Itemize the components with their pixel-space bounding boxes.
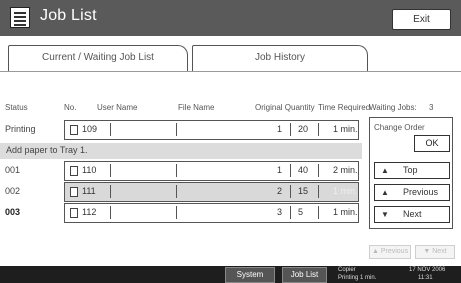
- triangle-down-icon: ▼: [423, 248, 431, 255]
- job-number: 109: [82, 124, 98, 134]
- job-quantity: 15: [298, 186, 309, 196]
- page-previous-label: Previous: [380, 248, 409, 255]
- column-header-user-name: User Name: [97, 103, 138, 112]
- job-row-bar[interactable]: [64, 120, 359, 140]
- change-order-panel: Change Order OK ▲ Top ▲ Previous ▼ Next: [369, 117, 453, 229]
- job-originals: 3: [277, 207, 283, 217]
- job-list-button[interactable]: Job List: [282, 267, 327, 283]
- job-quantity: 20: [298, 124, 309, 134]
- status-footer: System Status Job List Copier Printing 1…: [0, 266, 461, 283]
- footer-time: 11:31: [418, 275, 433, 281]
- column-header-file-name: File Name: [178, 103, 215, 112]
- triangle-down-icon: ▼: [381, 210, 389, 219]
- job-quantity: 40: [298, 165, 309, 175]
- column-header-time-required: Time Required: [318, 103, 371, 112]
- tab-divider: [0, 71, 461, 72]
- job-list-icon: [10, 7, 30, 28]
- page-next-label: Next: [432, 248, 447, 255]
- job-number: 111: [82, 186, 96, 196]
- job-status: 001: [5, 165, 21, 175]
- job-time-required: 1 min.: [333, 207, 358, 217]
- move-top-label: Top: [403, 165, 418, 175]
- document-icon: [70, 187, 78, 197]
- job-row-bar[interactable]: [64, 203, 359, 223]
- job-originals: 1: [277, 124, 283, 134]
- job-row[interactable]: 003 112 3 5 1 min.: [0, 203, 362, 223]
- job-row-selected[interactable]: 002 111 2 15 1 min.: [0, 182, 362, 202]
- document-icon: [70, 208, 78, 218]
- change-order-label: Change Order: [374, 123, 425, 132]
- job-row[interactable]: 001 110 1 40 2 min.: [0, 161, 362, 181]
- waiting-jobs: Waiting Jobs: 3: [369, 103, 433, 112]
- waiting-jobs-label: Waiting Jobs:: [369, 103, 417, 112]
- tab-bar: Current / Waiting Job List Job History: [0, 42, 461, 72]
- document-icon: [70, 125, 78, 135]
- job-quantity: 5: [298, 207, 304, 217]
- triangle-up-icon: ▲: [371, 248, 379, 255]
- waiting-jobs-count: 3: [428, 103, 434, 112]
- column-header-original-quantity: Original Quantity: [255, 103, 315, 112]
- column-header-no: No.: [64, 103, 77, 112]
- job-status: 003: [5, 207, 21, 217]
- move-next-button[interactable]: ▼ Next: [374, 206, 450, 223]
- job-row[interactable]: Printing 109 1 20 1 min.: [0, 120, 362, 140]
- page-title: Job List: [40, 7, 97, 24]
- job-row-bar[interactable]: [64, 161, 359, 181]
- job-status: 002: [5, 186, 21, 196]
- job-message-text: Add paper to Tray 1.: [6, 145, 88, 155]
- job-message-row: Add paper to Tray 1.: [0, 143, 362, 159]
- exit-button[interactable]: Exit: [392, 9, 451, 30]
- triangle-up-icon: ▲: [381, 188, 389, 197]
- job-originals: 2: [277, 186, 283, 196]
- system-status-button[interactable]: System Status: [225, 267, 275, 283]
- machine-status-line2: Printing 1 min.: [338, 275, 377, 281]
- job-status: Printing: [5, 124, 36, 134]
- machine-status-line1: Copier: [338, 267, 356, 273]
- move-previous-label: Previous: [403, 187, 439, 197]
- job-number: 112: [82, 207, 97, 217]
- move-top-button[interactable]: ▲ Top: [374, 162, 450, 179]
- job-time-required: 1 min.: [333, 124, 358, 134]
- move-previous-button[interactable]: ▲ Previous: [374, 184, 450, 201]
- column-header-status: Status: [5, 103, 28, 112]
- job-time-required: 1 min.: [333, 186, 358, 196]
- ok-button[interactable]: OK: [414, 135, 450, 152]
- document-icon: [70, 166, 78, 176]
- job-time-required: 2 min.: [333, 165, 358, 175]
- footer-date: 17 NOV 2006: [409, 267, 446, 273]
- tab-job-history[interactable]: Job History: [192, 45, 368, 72]
- move-next-label: Next: [403, 209, 422, 219]
- triangle-up-icon: ▲: [381, 166, 389, 175]
- job-row-bar[interactable]: [64, 182, 359, 202]
- page-next-button[interactable]: ▼ Next: [415, 245, 455, 259]
- page-previous-button[interactable]: ▲ Previous: [369, 245, 411, 259]
- title-bar: Job List Exit: [0, 0, 461, 36]
- job-number: 110: [82, 165, 97, 175]
- job-originals: 1: [277, 165, 283, 175]
- tab-current-waiting-job-list[interactable]: Current / Waiting Job List: [8, 45, 188, 72]
